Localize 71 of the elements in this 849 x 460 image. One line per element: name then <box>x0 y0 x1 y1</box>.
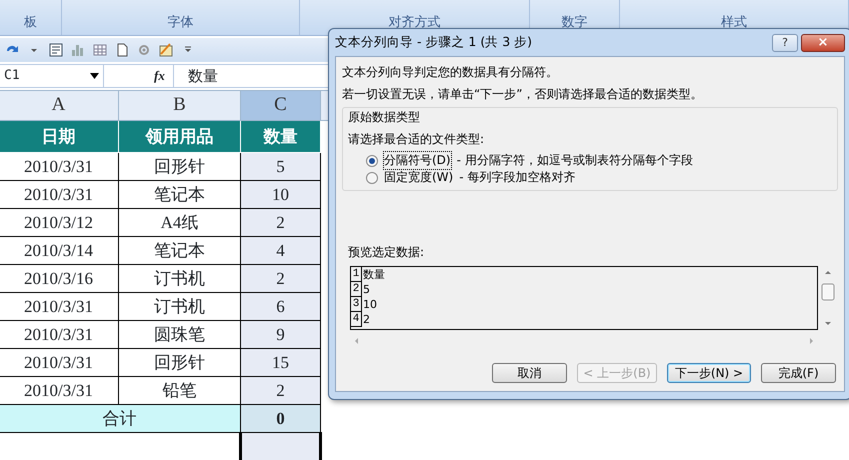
dialog-title: 文本分列向导 - 步骤之 1 (共 3 步) <box>335 33 532 52</box>
table-cell: 2010/3/31 <box>0 348 118 376</box>
table-cell: 圆珠笔 <box>118 320 240 348</box>
dialog-button[interactable]: 取消 <box>492 363 567 383</box>
table-cell: 2 <box>240 376 320 404</box>
name-box[interactable]: C1 <box>0 65 104 87</box>
radio-button[interactable] <box>366 172 378 184</box>
header-cell: 日期 <box>0 120 118 152</box>
table-cell: 2010/3/31 <box>0 292 118 320</box>
preview-text: 数量 <box>362 267 385 282</box>
row-number: 3 <box>351 297 362 312</box>
formula-value: 数量 <box>172 65 218 87</box>
table-cell: 2 <box>240 208 320 236</box>
option-description: - 用分隔字符，如逗号或制表符分隔每个字段 <box>456 152 693 169</box>
preview-text: 2 <box>362 312 370 327</box>
prompt-text: 请选择最合适的文件类型: <box>348 131 486 148</box>
table-cell: A4纸 <box>118 208 240 236</box>
ribbon-group-label: 字体 <box>168 14 194 32</box>
table-cell: 10 <box>240 180 320 208</box>
table-cell: 9 <box>240 320 320 348</box>
option-description: - 每列字段加空格对齐 <box>459 169 576 186</box>
row-number: 1 <box>351 267 362 282</box>
table-icon[interactable] <box>92 42 108 58</box>
row-number: 2 <box>351 282 362 297</box>
table-cell: 2 <box>240 264 320 292</box>
table-cell: 4 <box>240 236 320 264</box>
dialog-button[interactable]: 完成(F) <box>761 363 836 383</box>
row-number: 4 <box>351 312 362 327</box>
ribbon-group-label: 对齐方式 <box>388 14 440 32</box>
gear-icon[interactable] <box>136 42 152 58</box>
table-cell: 15 <box>240 348 320 376</box>
help-button[interactable]: ? <box>772 34 798 52</box>
header-cell: 领用用品 <box>118 120 240 152</box>
table-cell: 订书机 <box>118 264 240 292</box>
table-cell: 5 <box>240 152 320 180</box>
table-cell: 2010/3/31 <box>0 152 118 180</box>
ribbon-group-label: 板 <box>24 14 37 32</box>
table-cell: 2010/3/16 <box>0 264 118 292</box>
option-label[interactable]: 分隔符号(D) <box>384 152 451 169</box>
ribbon-group-label: 样式 <box>721 14 747 32</box>
total-label: 合计 <box>0 404 240 432</box>
table-cell: 回形针 <box>118 152 240 180</box>
column-header[interactable]: A <box>0 90 118 120</box>
option-label[interactable]: 固定宽度(W) <box>384 169 454 186</box>
table-cell: 6 <box>240 292 320 320</box>
dialog-button[interactable]: 下一步(N) > <box>667 363 751 383</box>
header-cell: 数量 <box>240 120 320 152</box>
form-icon[interactable] <box>48 42 64 58</box>
table-cell: 2010/3/12 <box>0 208 118 236</box>
column-header[interactable]: B <box>118 90 240 120</box>
caret-icon[interactable] <box>90 73 99 79</box>
column-header[interactable]: C <box>240 90 320 120</box>
function-button[interactable]: fx <box>154 66 165 86</box>
preview-text: 5 <box>362 282 370 297</box>
table-cell: 2010/3/14 <box>0 236 118 264</box>
instruction-text: 文本分列向导判定您的数据具有分隔符。 <box>342 64 559 81</box>
preview-text: 10 <box>362 297 377 312</box>
preview-label: 预览选定数据: <box>348 244 424 261</box>
table-cell: 2010/3/31 <box>0 180 118 208</box>
instruction-text: 若一切设置无误，请单击“下一步”，否则请选择最合适的数据类型。 <box>342 86 704 103</box>
table-cell: 笔记本 <box>118 236 240 264</box>
total-value: 0 <box>240 404 320 432</box>
table-edit-icon[interactable] <box>158 42 174 58</box>
radio-button[interactable] <box>366 154 378 166</box>
table-cell: 笔记本 <box>118 180 240 208</box>
group-title: 原始数据类型 <box>348 109 421 126</box>
cell-reference: C1 <box>4 67 20 86</box>
ribbon-group-label: 数字 <box>562 14 588 32</box>
table-cell: 2010/3/31 <box>0 320 118 348</box>
table-cell: 订书机 <box>118 292 240 320</box>
table-cell: 回形针 <box>118 348 240 376</box>
